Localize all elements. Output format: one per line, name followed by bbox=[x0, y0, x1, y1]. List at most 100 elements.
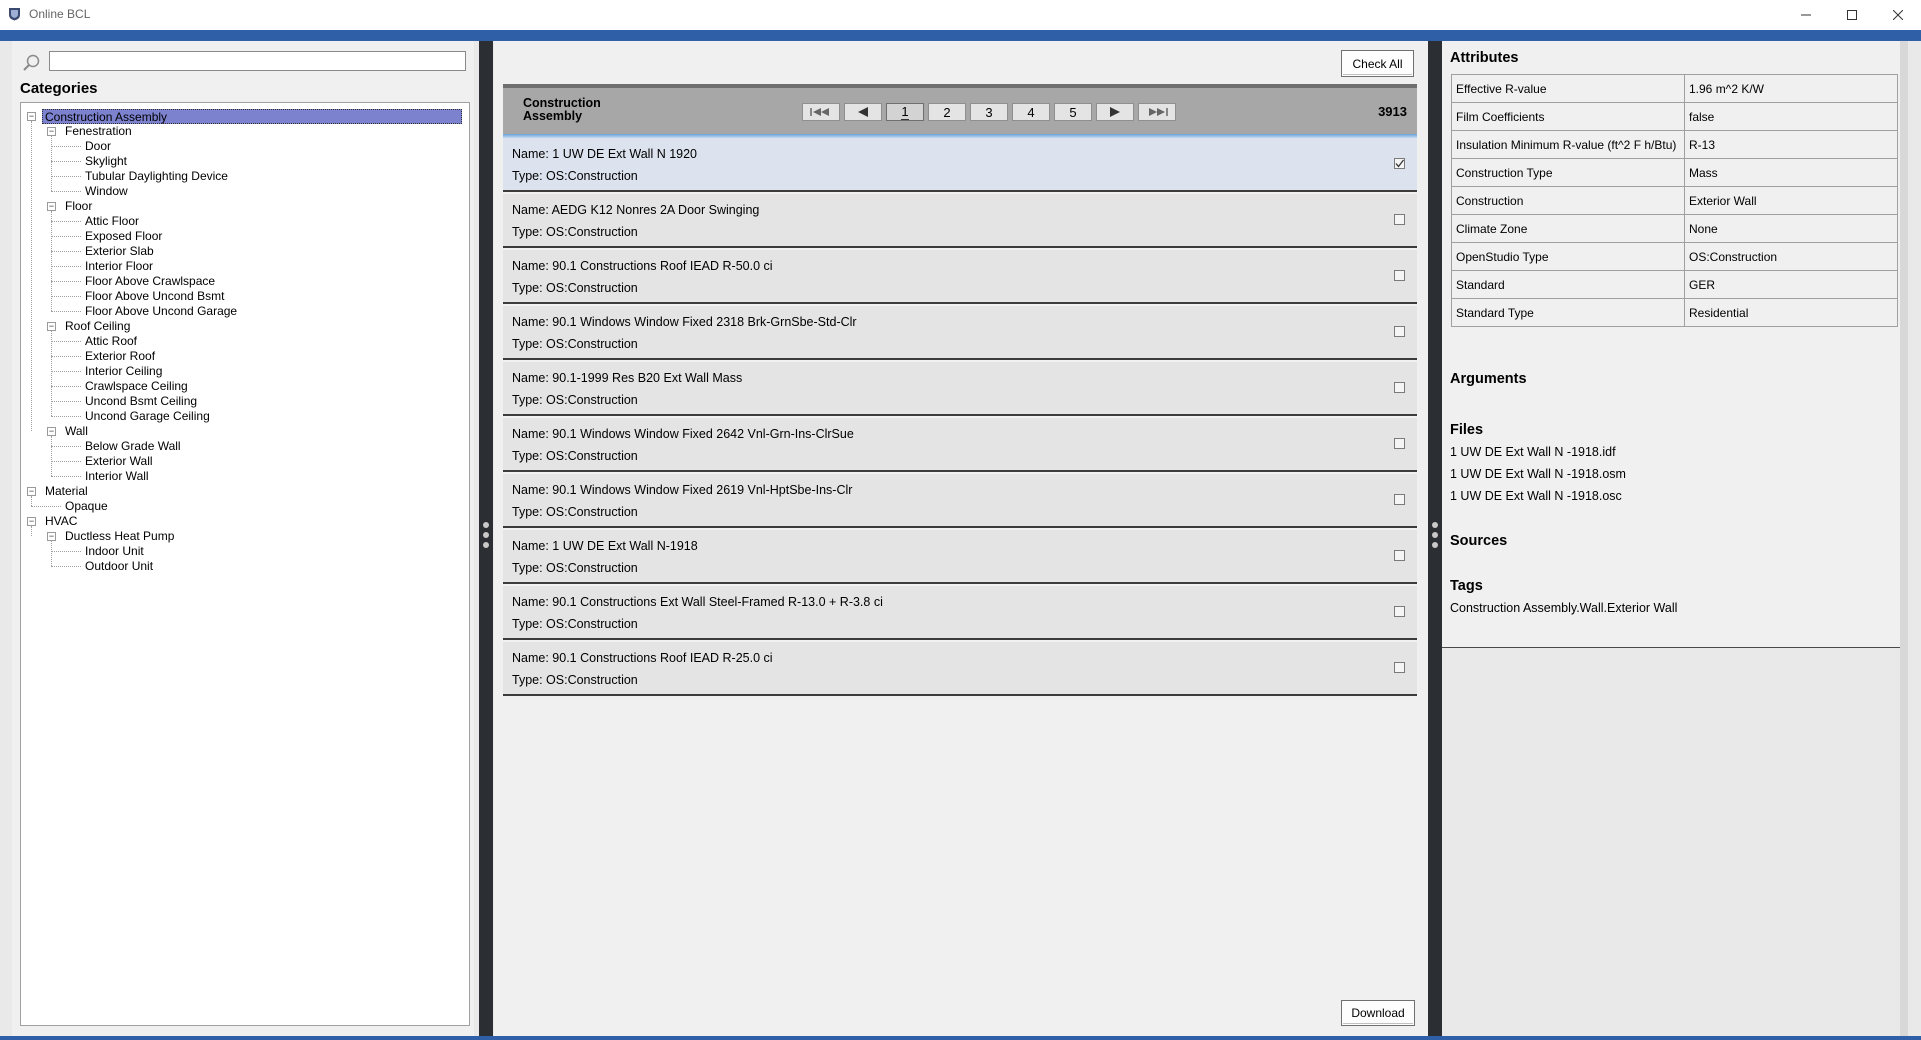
tree-item[interactable]: Skylight bbox=[85, 154, 127, 169]
category-tree[interactable]: Construction Assembly − Fenestration − Door S… bbox=[20, 102, 470, 1026]
tree-item[interactable]: Uncond Garage Ceiling bbox=[85, 409, 210, 424]
result-checkbox[interactable] bbox=[1394, 270, 1405, 281]
close-button[interactable] bbox=[1875, 0, 1921, 30]
last-page-button[interactable] bbox=[1138, 103, 1176, 121]
page-button-1[interactable]: 1 bbox=[886, 103, 924, 121]
tree-item[interactable]: Exterior Roof bbox=[85, 349, 155, 364]
first-page-button[interactable] bbox=[802, 103, 840, 121]
collapse-icon[interactable]: − bbox=[27, 517, 36, 526]
tree-item[interactable]: Outdoor Unit bbox=[85, 559, 153, 574]
result-row[interactable]: Name: 90.1 Windows Window Fixed 2318 Brk… bbox=[503, 306, 1417, 360]
tree-item[interactable]: Door bbox=[85, 139, 111, 154]
tree-item[interactable]: Wall bbox=[65, 424, 88, 439]
tree-item[interactable]: Floor Above Uncond Bsmt bbox=[85, 289, 224, 304]
tree-item[interactable]: Uncond Bsmt Ceiling bbox=[85, 394, 197, 409]
tree-item[interactable]: Roof Ceiling bbox=[65, 319, 130, 334]
attribute-row: Effective R-value 1.96 m^2 K/W bbox=[1451, 74, 1898, 103]
tree-item[interactable]: Interior Wall bbox=[85, 469, 149, 484]
tree-item[interactable]: Attic Roof bbox=[85, 334, 137, 349]
tree-item[interactable]: Construction Assembly bbox=[42, 109, 462, 124]
tree-item[interactable]: Fenestration bbox=[65, 124, 132, 139]
collapse-icon[interactable]: − bbox=[47, 127, 56, 136]
minimize-icon bbox=[1801, 14, 1811, 16]
result-checkbox[interactable] bbox=[1394, 326, 1405, 337]
page-button-4[interactable]: 4 bbox=[1012, 103, 1050, 121]
result-name: Name: 90.1 Constructions Ext Wall Steel-… bbox=[512, 595, 883, 609]
result-checkbox[interactable] bbox=[1394, 438, 1405, 449]
tree-item[interactable]: Exterior Wall bbox=[85, 454, 153, 469]
file-link[interactable]: 1 UW DE Ext Wall N -1918.idf bbox=[1450, 445, 1616, 459]
result-name: Name: 90.1 Windows Window Fixed 2318 Brk… bbox=[512, 315, 857, 329]
result-checkbox[interactable] bbox=[1394, 662, 1405, 673]
tree-item-label: Door bbox=[85, 139, 112, 153]
check-all-button[interactable]: Check All bbox=[1341, 50, 1414, 77]
tree-item[interactable]: Opaque bbox=[65, 499, 108, 514]
attribute-key: Insulation Minimum R-value (ft^2 F h/Btu… bbox=[1451, 130, 1685, 159]
tree-item[interactable]: Indoor Unit bbox=[85, 544, 144, 559]
result-row[interactable]: Name: 90.1 Constructions Roof IEAD R-50.… bbox=[503, 250, 1417, 304]
result-row[interactable]: Name: 1 UW DE Ext Wall N 1920 Type: OS:Co… bbox=[503, 138, 1417, 192]
bottom-accent-bar bbox=[0, 1036, 1921, 1040]
collapse-icon[interactable]: − bbox=[47, 427, 56, 436]
tree-item-label: Exterior Roof bbox=[85, 349, 156, 363]
tree-item[interactable]: Interior Floor bbox=[85, 259, 153, 274]
sources-title: Sources bbox=[1450, 533, 1508, 549]
tree-item[interactable]: Interior Ceiling bbox=[85, 364, 162, 379]
result-row[interactable]: Name: 90.1 Windows Window Fixed 2642 Vnl… bbox=[503, 418, 1417, 472]
attribute-value: Residential bbox=[1684, 298, 1898, 327]
result-checkbox[interactable] bbox=[1394, 214, 1405, 225]
page-button-5[interactable]: 5 bbox=[1054, 103, 1092, 121]
collapse-icon[interactable]: − bbox=[47, 532, 56, 541]
page-button-2[interactable]: 2 bbox=[928, 103, 966, 121]
result-row[interactable]: Name: AEDG K12 Nonres 2A Door Swinging Ty… bbox=[503, 194, 1417, 248]
search-input[interactable] bbox=[49, 51, 466, 71]
minimize-button[interactable] bbox=[1783, 0, 1829, 30]
tree-item-label: Roof Ceiling bbox=[65, 319, 131, 333]
left-splitter[interactable] bbox=[479, 41, 493, 1036]
maximize-button[interactable] bbox=[1829, 0, 1875, 30]
file-link[interactable]: 1 UW DE Ext Wall N -1918.osm bbox=[1450, 467, 1626, 481]
tree-item[interactable]: Below Grade Wall bbox=[85, 439, 181, 454]
tree-item[interactable]: Exterior Slab bbox=[85, 244, 154, 259]
tree-item-label: Uncond Bsmt Ceiling bbox=[85, 394, 198, 408]
result-checkbox[interactable] bbox=[1394, 158, 1405, 169]
tree-item-label: Crawlspace Ceiling bbox=[85, 379, 188, 393]
details-scrollbar[interactable] bbox=[1900, 41, 1908, 1036]
result-row[interactable]: Name: 90.1 Constructions Roof IEAD R-25.… bbox=[503, 642, 1417, 696]
result-checkbox[interactable] bbox=[1394, 550, 1405, 561]
result-checkbox[interactable] bbox=[1394, 606, 1405, 617]
tree-item[interactable]: Floor Above Uncond Garage bbox=[85, 304, 237, 319]
attribute-row: Construction Exterior Wall bbox=[1451, 186, 1898, 215]
prev-page-button[interactable] bbox=[844, 103, 882, 121]
attribute-value: OS:Construction bbox=[1684, 242, 1898, 271]
tree-item[interactable]: Floor Above Crawlspace bbox=[85, 274, 215, 289]
tree-item-label: Material bbox=[45, 484, 88, 498]
result-checkbox[interactable] bbox=[1394, 494, 1405, 505]
page-button-3[interactable]: 3 bbox=[970, 103, 1008, 121]
tree-item[interactable]: Crawlspace Ceiling bbox=[85, 379, 188, 394]
result-row[interactable]: Name: 90.1-1999 Res B20 Ext Wall Mass Typ… bbox=[503, 362, 1417, 416]
tree-item-label: Exposed Floor bbox=[85, 229, 163, 243]
result-row[interactable]: Name: 1 UW DE Ext Wall N-1918 Type: OS:Co… bbox=[503, 530, 1417, 584]
tree-item[interactable]: HVAC bbox=[45, 514, 77, 529]
tree-item[interactable]: Tubular Daylighting Device bbox=[85, 169, 228, 184]
next-page-button[interactable] bbox=[1096, 103, 1134, 121]
tree-item[interactable]: Exposed Floor bbox=[85, 229, 162, 244]
collapse-icon[interactable]: − bbox=[47, 202, 56, 211]
tree-item[interactable]: Material bbox=[45, 484, 88, 499]
tree-item-label: Ductless Heat Pump bbox=[65, 529, 175, 543]
result-checkbox[interactable] bbox=[1394, 382, 1405, 393]
tree-item[interactable]: Ductless Heat Pump bbox=[65, 529, 174, 544]
file-link[interactable]: 1 UW DE Ext Wall N -1918.osc bbox=[1450, 489, 1622, 503]
download-button[interactable]: Download bbox=[1341, 1000, 1415, 1026]
collapse-icon[interactable]: − bbox=[47, 322, 56, 331]
collapse-icon[interactable]: − bbox=[27, 112, 36, 121]
result-row[interactable]: Name: 90.1 Windows Window Fixed 2619 Vnl… bbox=[503, 474, 1417, 528]
result-row[interactable]: Name: 90.1 Constructions Ext Wall Steel-… bbox=[503, 586, 1417, 640]
tree-item[interactable]: Window bbox=[85, 184, 128, 199]
tree-item[interactable]: Floor bbox=[65, 199, 92, 214]
tree-item-label: Uncond Garage Ceiling bbox=[85, 409, 210, 423]
tree-item[interactable]: Attic Floor bbox=[85, 214, 139, 229]
collapse-icon[interactable]: − bbox=[27, 487, 36, 496]
right-splitter[interactable] bbox=[1428, 41, 1442, 1036]
